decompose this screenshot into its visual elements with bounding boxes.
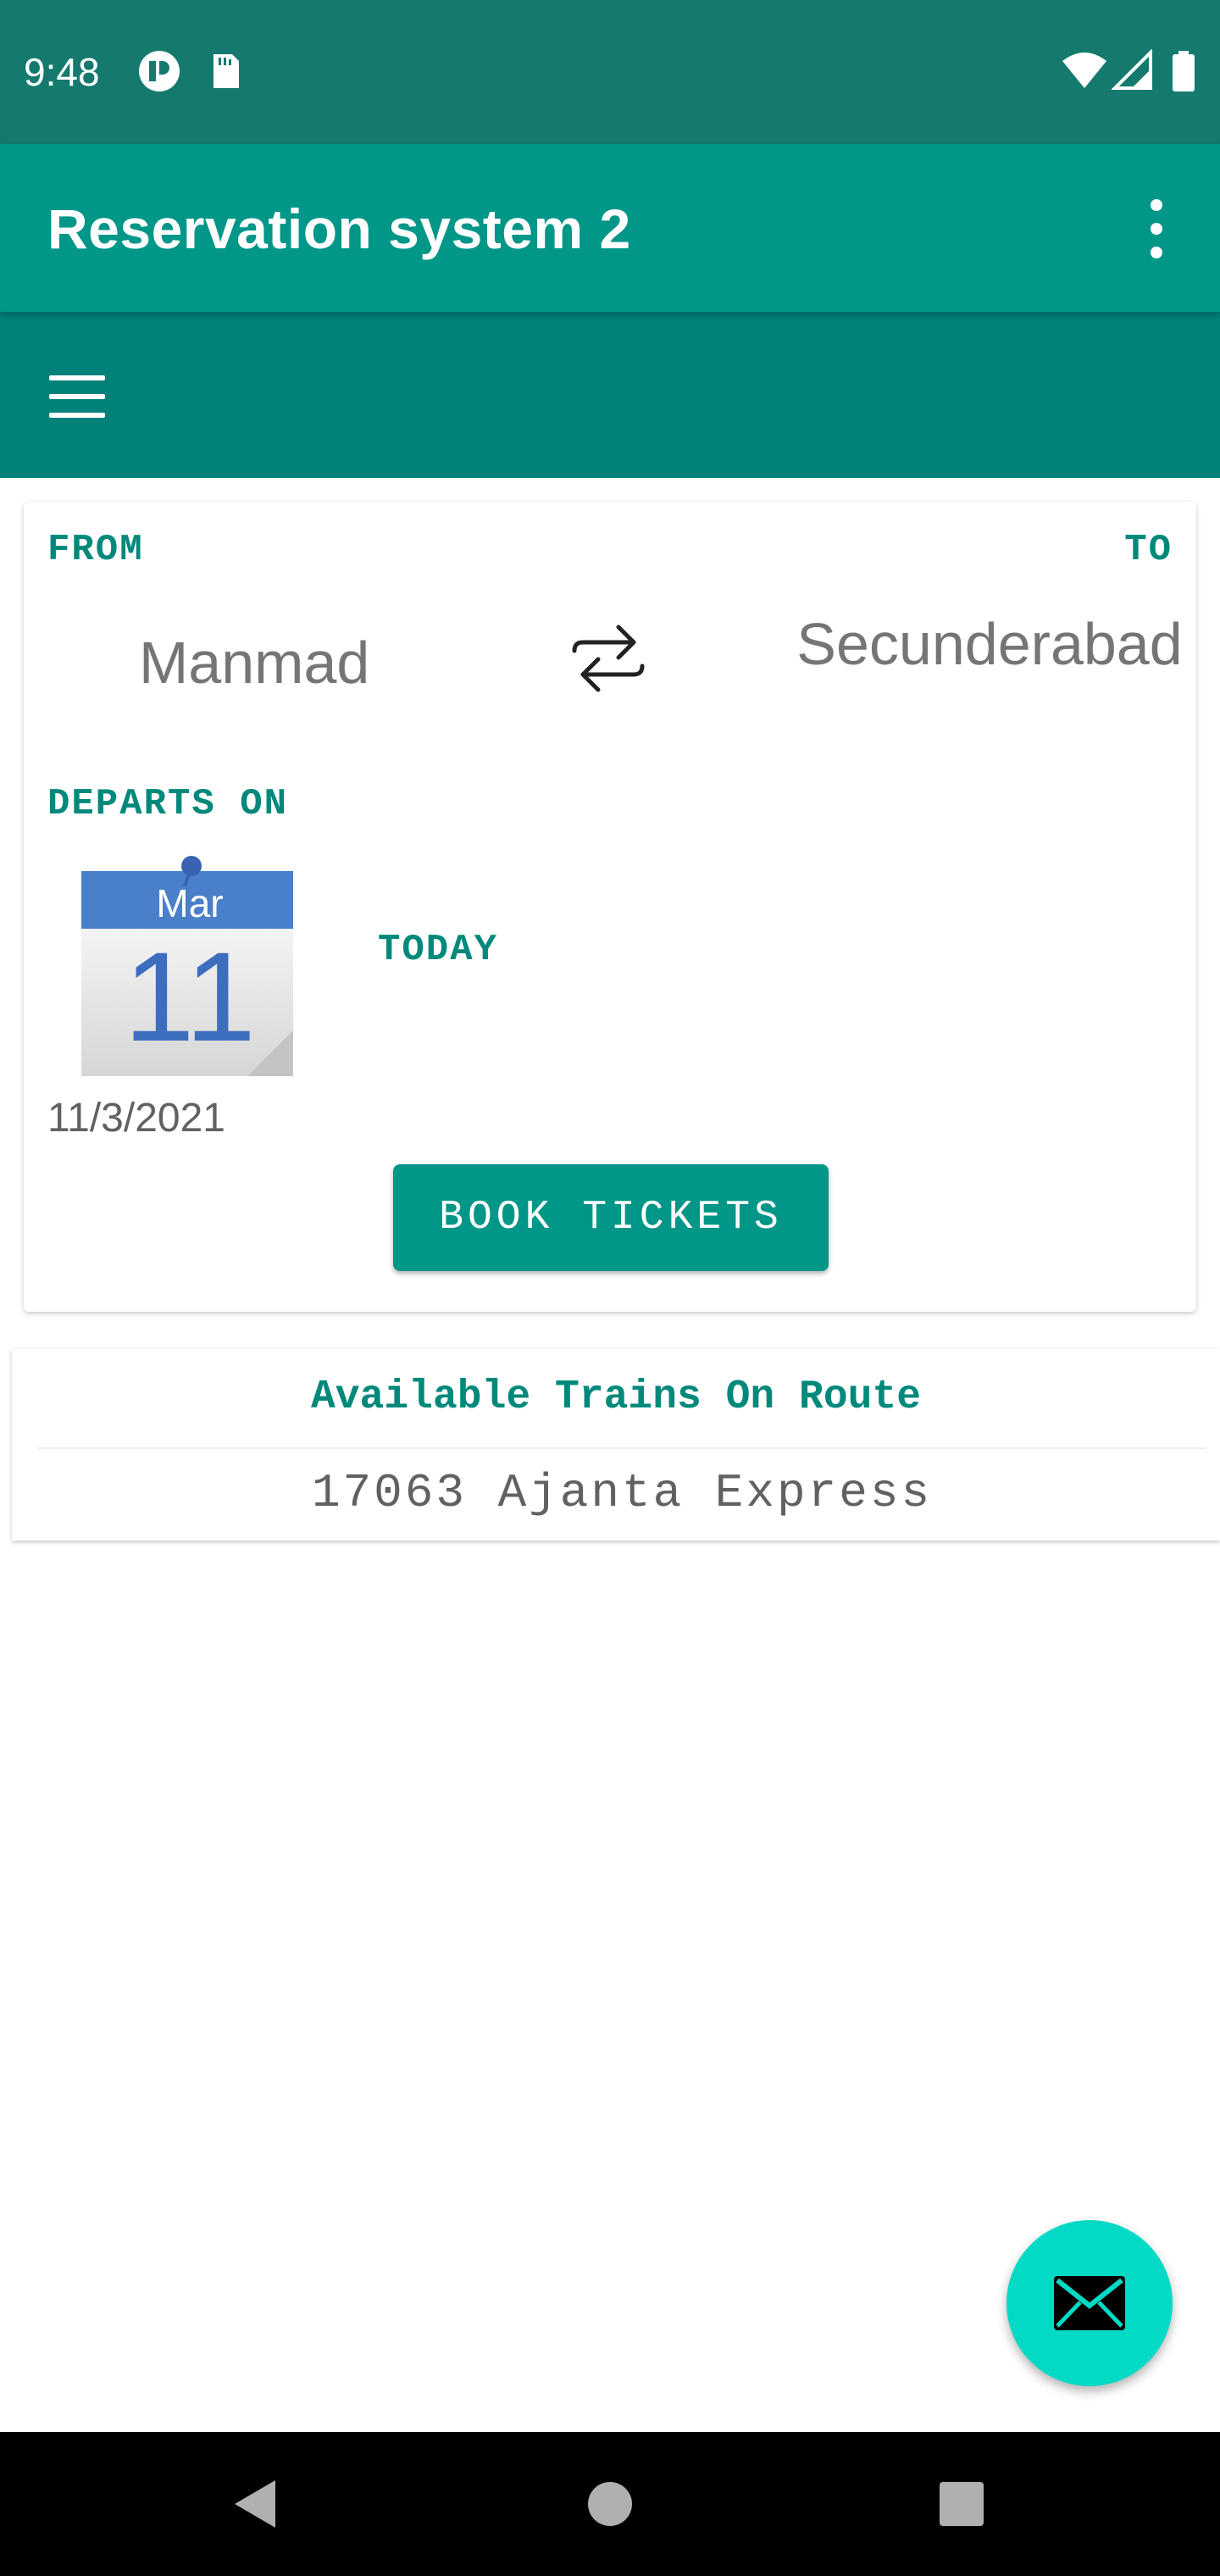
mail-fab-button[interactable] bbox=[1006, 2220, 1173, 2386]
battery-icon bbox=[1173, 51, 1195, 92]
from-label: FROM bbox=[47, 529, 144, 571]
cell-signal-icon bbox=[1112, 49, 1152, 90]
app-bar: Reservation system 2 bbox=[0, 144, 1220, 312]
more-vert-icon[interactable] bbox=[1127, 186, 1186, 271]
sd-card-icon bbox=[214, 54, 239, 88]
to-city[interactable]: Secunderabad bbox=[786, 612, 1193, 713]
calendar-month: Mar bbox=[156, 881, 223, 925]
status-bar: 9:48 bbox=[0, 0, 1220, 144]
home-circle-icon[interactable] bbox=[572, 2466, 648, 2542]
selected-date: 11/3/2021 bbox=[47, 1096, 225, 1141]
train-list-item[interactable]: 17063 Ajanta Express bbox=[37, 1447, 1206, 1541]
wifi-icon bbox=[1062, 53, 1106, 88]
toolbar bbox=[0, 312, 1220, 478]
train-name: 17063 Ajanta Express bbox=[311, 1466, 933, 1520]
calendar-icon[interactable]: Mar 11 bbox=[81, 852, 293, 1076]
back-triangle-icon[interactable] bbox=[217, 2466, 293, 2542]
swap-arrows-icon[interactable] bbox=[566, 612, 651, 705]
departs-label: DEPARTS ON bbox=[47, 783, 289, 825]
today-label[interactable]: TODAY bbox=[378, 929, 498, 971]
booking-card: FROM TO Manmad Secunderabad DEPARTS ON M… bbox=[24, 502, 1196, 1312]
navigation-bar bbox=[0, 2432, 1220, 2576]
mail-icon bbox=[1054, 2276, 1125, 2330]
app-title: Reservation system 2 bbox=[47, 197, 631, 260]
screen: 9:48 Reservation system 2 FROM TO Manmad… bbox=[0, 0, 1220, 2576]
recents-square-icon[interactable] bbox=[923, 2466, 1000, 2542]
notification-app-icon bbox=[139, 51, 180, 92]
calendar-day: 11 bbox=[124, 925, 256, 1068]
to-label: TO bbox=[1124, 529, 1173, 571]
book-tickets-button[interactable]: BOOK TICKETS bbox=[393, 1164, 829, 1271]
status-time: 9:48 bbox=[24, 50, 100, 94]
hamburger-menu-icon[interactable] bbox=[42, 363, 119, 430]
trains-header: Available Trains On Route bbox=[310, 1374, 922, 1420]
trains-card: Available Trains On Route 17063 Ajanta E… bbox=[12, 1349, 1220, 1541]
from-city[interactable]: Manmad bbox=[139, 629, 369, 697]
